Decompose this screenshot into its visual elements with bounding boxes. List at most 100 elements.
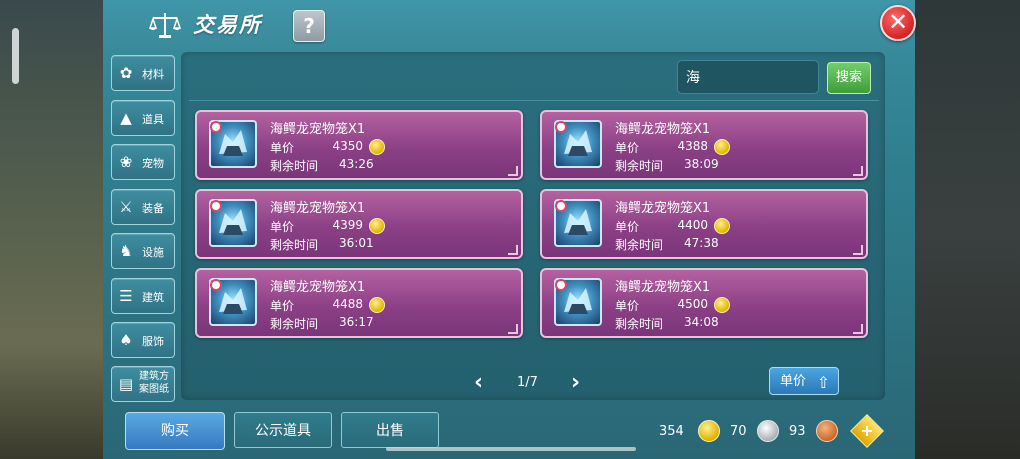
chevron-right-icon[interactable]: › <box>571 370 580 395</box>
category-tab-materials[interactable]: ✿ 材料 <box>111 55 175 91</box>
building-icon: ☰ <box>119 287 133 305</box>
silver-amount: 70 <box>730 424 747 439</box>
gold-coin-icon <box>714 218 730 234</box>
category-tab-buildings[interactable]: ☰ 建筑 <box>111 278 175 314</box>
public-items-button[interactable]: 公示道具 <box>234 412 332 448</box>
category-label: 服饰 <box>142 335 164 348</box>
remaining-time: 43:26 <box>339 157 374 171</box>
gold-coin-icon <box>369 139 385 155</box>
rarity-badge <box>555 121 567 133</box>
category-tab-pets[interactable]: ❀ 宠物 <box>111 144 175 180</box>
listing-card[interactable]: 海鳄龙宠物笼X1 单价 4488 剩余时间 36:17 <box>195 268 523 338</box>
remaining-time: 34:08 <box>684 315 719 329</box>
item-name: 海鳄龙宠物笼X1 <box>615 122 711 137</box>
close-button[interactable]: ✕ <box>880 5 916 41</box>
gold-amount: 354 <box>659 424 684 439</box>
item-price: 4500 <box>677 297 708 311</box>
category-tab-facilities[interactable]: ♞ 设施 <box>111 233 175 269</box>
category-label: 材料 <box>142 68 164 81</box>
search-button[interactable]: 搜索 <box>827 62 871 94</box>
category-tab-blueprints[interactable]: ▤ 建筑方案图纸 <box>111 366 175 402</box>
remaining-time: 36:17 <box>339 315 374 329</box>
gold-coin-icon <box>369 297 385 313</box>
gold-coin-icon <box>714 139 730 155</box>
item-name: 海鳄龙宠物笼X1 <box>615 280 711 295</box>
side-drawer-handle[interactable] <box>12 28 19 84</box>
time-label: 剩余时间 <box>615 238 664 252</box>
scale-icon <box>148 10 182 40</box>
bronze-amount: 93 <box>789 424 806 439</box>
price-label: 单价 <box>270 299 295 313</box>
bronze-coin-icon <box>816 420 838 442</box>
category-label: 建筑方案图纸 <box>139 371 169 395</box>
sort-arrow-icon: ⇧ <box>816 373 830 392</box>
search-input[interactable]: 海 <box>677 60 819 94</box>
item-price: 4400 <box>677 218 708 232</box>
gold-coin-icon <box>714 297 730 313</box>
remaining-time: 38:09 <box>684 157 719 171</box>
help-button[interactable]: ? <box>293 10 325 42</box>
card-corner-decoration <box>853 324 863 334</box>
card-corner-decoration <box>853 166 863 176</box>
gold-coin-icon <box>369 218 385 234</box>
divider <box>189 100 879 101</box>
item-name: 海鳄龙宠物笼X1 <box>270 122 366 137</box>
remaining-time: 36:01 <box>339 236 374 250</box>
sword-icon: ⚔ <box>119 198 133 216</box>
listing-area: 海 搜索 海鳄龙宠物笼X1 单价 4350 剩余时间 43:26 海鳄龙宠物笼X… <box>181 52 885 400</box>
rarity-badge <box>555 200 567 212</box>
paw-icon: ❀ <box>119 153 133 171</box>
chevron-left-icon[interactable]: ‹ <box>474 370 483 395</box>
time-label: 剩余时间 <box>270 159 319 173</box>
sort-by-price-button[interactable]: 单价 ⇧ <box>769 367 839 395</box>
item-name: 海鳄龙宠物笼X1 <box>270 280 366 295</box>
silver-coin-icon <box>757 420 779 442</box>
item-price: 4350 <box>332 139 363 153</box>
sell-button[interactable]: 出售 <box>341 412 439 448</box>
rarity-badge <box>210 200 222 212</box>
price-label: 单价 <box>615 141 640 155</box>
category-label: 装备 <box>142 202 164 215</box>
listing-card[interactable]: 海鳄龙宠物笼X1 单价 4400 剩余时间 47:38 <box>540 189 868 259</box>
category-tab-props[interactable]: ▲ 道具 <box>111 100 175 136</box>
rarity-badge <box>210 121 222 133</box>
category-tab-equipment[interactable]: ⚔ 装备 <box>111 189 175 225</box>
rarity-badge <box>210 279 222 291</box>
buy-button[interactable]: 购买 <box>125 412 225 450</box>
listing-card[interactable]: 海鳄龙宠物笼X1 单价 4350 剩余时间 43:26 <box>195 110 523 180</box>
page-title: 交易所 <box>193 13 262 37</box>
listing-card[interactable]: 海鳄龙宠物笼X1 单价 4388 剩余时间 38:09 <box>540 110 868 180</box>
gold-coin-icon <box>698 420 720 442</box>
card-corner-decoration <box>853 245 863 255</box>
card-corner-decoration <box>508 324 518 334</box>
category-label: 道具 <box>142 113 164 126</box>
facility-icon: ♞ <box>119 242 133 260</box>
card-corner-decoration <box>508 166 518 176</box>
time-label: 剩余时间 <box>615 159 664 173</box>
rarity-badge <box>555 279 567 291</box>
listing-card[interactable]: 海鳄龙宠物笼X1 单价 4399 剩余时间 36:01 <box>195 189 523 259</box>
card-corner-decoration <box>508 245 518 255</box>
item-price: 4488 <box>332 297 363 311</box>
price-label: 单价 <box>615 299 640 313</box>
plus-icon: + <box>860 421 874 440</box>
blueprint-icon: ▤ <box>118 375 134 393</box>
time-label: 剩余时间 <box>270 238 319 252</box>
exchange-panel: 交易所 ? ✕ ✿ 材料 ▲ 道具 ❀ 宠物 ⚔ 装备 ♞ 设施 ☰ 建筑 ♠ … <box>103 0 916 459</box>
category-tab-clothing[interactable]: ♠ 服饰 <box>111 322 175 358</box>
listing-card[interactable]: 海鳄龙宠物笼X1 单价 4500 剩余时间 34:08 <box>540 268 868 338</box>
category-label: 宠物 <box>142 157 164 170</box>
item-name: 海鳄龙宠物笼X1 <box>615 201 711 216</box>
price-label: 单价 <box>270 220 295 234</box>
price-label: 单价 <box>615 220 640 234</box>
remaining-time: 47:38 <box>684 236 719 250</box>
price-label: 单价 <box>270 141 295 155</box>
title-bar: 交易所 ? ✕ <box>103 0 916 50</box>
home-indicator[interactable] <box>386 447 636 451</box>
sort-label: 单价 <box>780 374 807 389</box>
add-currency-button[interactable]: + <box>850 414 884 448</box>
flask-icon: ▲ <box>120 109 132 127</box>
game-background-right <box>915 0 1020 459</box>
time-label: 剩余时间 <box>615 317 664 331</box>
page-indicator: 1/7 <box>517 375 538 390</box>
